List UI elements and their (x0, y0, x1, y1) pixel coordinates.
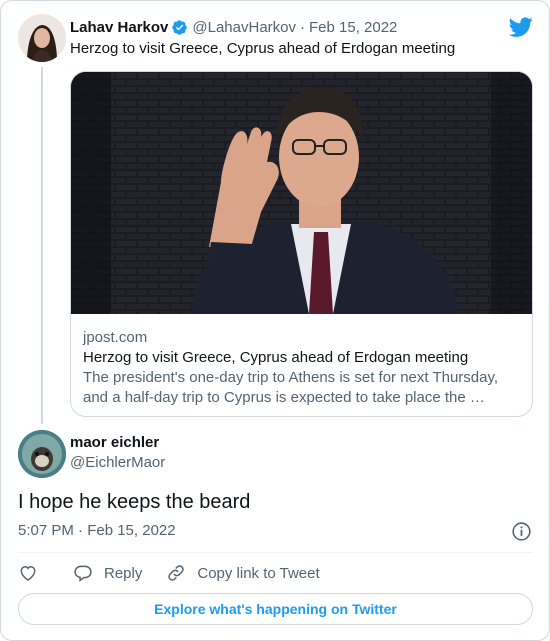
date-separator: · (300, 18, 305, 36)
reply-tweet-text: I hope he keeps the beard (18, 491, 251, 513)
verified-badge-icon (172, 19, 188, 35)
heart-icon (20, 565, 36, 581)
reply-label: Reply (104, 564, 143, 582)
link-preview-image (71, 72, 532, 314)
link-description: The president's one-day trip to Athens i… (83, 369, 499, 406)
reply-bubble-icon (74, 565, 92, 582)
link-domain: jpost.com (83, 329, 148, 346)
actions-divider (18, 552, 533, 553)
man-waving-photo-icon (71, 72, 532, 314)
author-avatar[interactable] (18, 14, 66, 62)
twitter-bird-icon[interactable] (509, 15, 533, 39)
link-icon (168, 565, 185, 581)
link-preview-meta: jpost.com Herzog to visit Greece, Cyprus… (83, 328, 523, 408)
explore-twitter-button[interactable]: Explore what's happening on Twitter (18, 593, 533, 625)
quoted-tweet-header: Lahav Harkov @LahavHarkov · Feb 15, 2022 (70, 17, 397, 37)
reply-author-avatar[interactable] (18, 430, 66, 478)
reply-author-handle[interactable]: @EichlerMaor (70, 454, 165, 471)
link-title[interactable]: Herzog to visit Greece, Cyprus ahead of … (83, 348, 523, 368)
reply-button[interactable]: Reply (73, 563, 142, 583)
reply-author-avatar-image (18, 430, 66, 478)
copy-link-button[interactable]: Copy link to Tweet (166, 563, 320, 583)
thread-connector-line (41, 67, 43, 424)
tweet-actions-bar: Reply Copy link to Tweet (18, 561, 320, 585)
copy-link-label: Copy link to Tweet (197, 564, 320, 582)
embedded-tweet-card: Lahav Harkov @LahavHarkov · Feb 15, 2022… (0, 0, 550, 641)
info-icon[interactable] (511, 521, 532, 542)
reply-author-name[interactable]: maor eichler (70, 434, 159, 451)
link-preview-card[interactable]: jpost.com Herzog to visit Greece, Cyprus… (70, 71, 533, 417)
quoted-tweet-text: Herzog to visit Greece, Cyprus ahead of … (70, 40, 456, 57)
author-name[interactable]: Lahav Harkov (70, 19, 168, 36)
author-avatar-image (18, 14, 66, 62)
like-button[interactable] (18, 563, 38, 583)
reply-timestamp[interactable]: 5:07 PM · Feb 15, 2022 (18, 521, 176, 541)
quoted-tweet-date[interactable]: Feb 15, 2022 (309, 19, 397, 36)
author-handle[interactable]: @LahavHarkov (192, 19, 296, 36)
